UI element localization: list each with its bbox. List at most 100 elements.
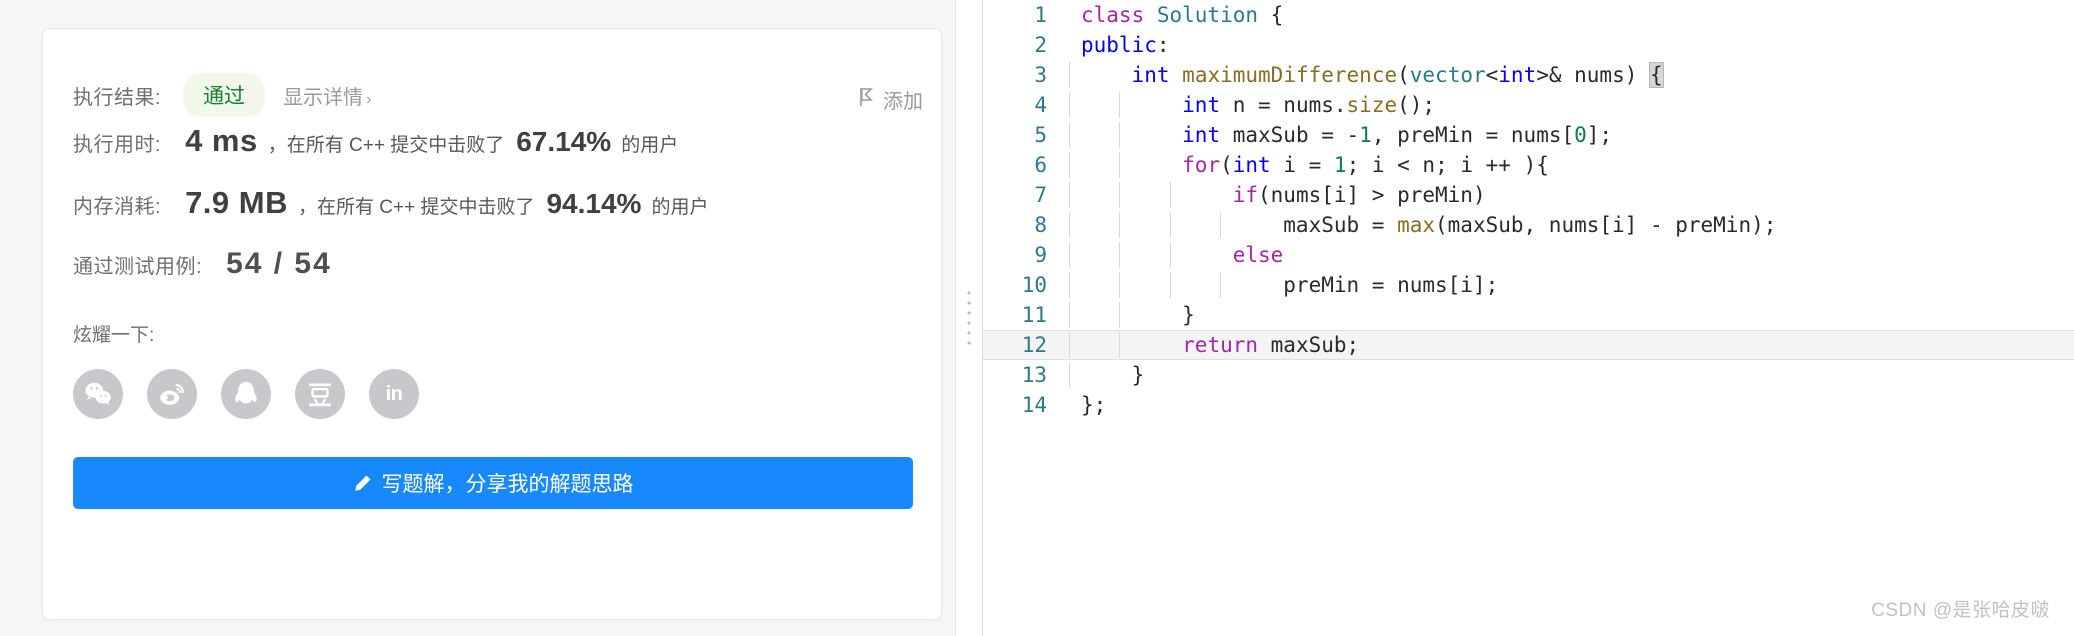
line-number: 7 bbox=[1034, 183, 1047, 207]
pane-splitter[interactable] bbox=[955, 0, 983, 636]
code-line[interactable]: 5 int maxSub = -1, preMin = nums[0]; bbox=[983, 120, 2074, 150]
code-text: preMin = nums[i]; bbox=[1067, 272, 2074, 298]
code-token: (nums[i] > preMin) bbox=[1258, 183, 1486, 207]
write-solution-button[interactable]: 写题解，分享我的解题思路 bbox=[73, 457, 913, 509]
indent-guide bbox=[1169, 272, 1171, 298]
code-line[interactable]: 4 int n = nums.size(); bbox=[983, 90, 2074, 120]
show-detail-link[interactable]: 显示详情 › bbox=[283, 81, 371, 110]
indent-guide bbox=[1069, 182, 1070, 208]
status-badge: 通过 bbox=[183, 73, 266, 117]
indent-guide bbox=[1169, 212, 1171, 238]
code-line[interactable]: 2 public: bbox=[983, 30, 2074, 60]
code-line[interactable]: 3 int maximumDifference(vector<int>& num… bbox=[983, 60, 2074, 90]
indent-guide bbox=[1169, 182, 1171, 208]
code-token: 1 bbox=[1333, 153, 1347, 177]
line-number: 3 bbox=[1034, 63, 1047, 87]
line-number: 2 bbox=[1034, 33, 1047, 57]
code-line[interactable]: 8 maxSub = max(maxSub, nums[i] - preMin)… bbox=[983, 210, 2074, 240]
code-text: return maxSub; bbox=[1067, 332, 2074, 358]
memory-value: 7.9 MB bbox=[185, 185, 288, 220]
line-number: 10 bbox=[1021, 273, 1047, 297]
code-token: max bbox=[1397, 213, 1436, 237]
line-number: 11 bbox=[1021, 303, 1047, 327]
left-result-panel: 执行结果: 通过 显示详情 › 执行用时: 4 ms ，在所有 C++ 提交中击败… bbox=[0, 0, 955, 636]
code-text: else bbox=[1067, 242, 2074, 268]
share-wechat-button[interactable] bbox=[73, 369, 123, 419]
code-token: vector bbox=[1409, 63, 1486, 87]
code-token: i = bbox=[1270, 153, 1334, 177]
code-token: : bbox=[1156, 33, 1170, 57]
testcases-value: 54 / 54 bbox=[226, 247, 332, 280]
code-line[interactable]: 6 for(int i = 1; i < n; i ++ ){ bbox=[983, 150, 2074, 180]
code-line[interactable]: 12 return maxSub; bbox=[983, 330, 2074, 360]
code-editor-panel[interactable]: 1 class Solution {2 public: 3 int maximumDi… bbox=[983, 0, 2074, 636]
code-text: } bbox=[1067, 302, 2074, 328]
code-line[interactable]: 9 else bbox=[983, 240, 2074, 270]
indent-guide bbox=[1119, 332, 1121, 358]
submission-result-page: 执行结果: 通过 显示详情 › 执行用时: 4 ms ，在所有 C++ 提交中击败… bbox=[0, 0, 2074, 636]
indent-guide bbox=[1069, 332, 1070, 358]
share-qq-button[interactable] bbox=[221, 369, 271, 419]
code-line[interactable]: 14}; bbox=[983, 390, 2074, 420]
social-share-buttons: in bbox=[73, 369, 911, 419]
code-token: ( bbox=[1397, 63, 1410, 87]
code-token: } bbox=[1081, 303, 1195, 327]
code-token: maxSub = - bbox=[1220, 123, 1360, 147]
runtime-value: 4 ms bbox=[185, 123, 258, 158]
code-token: else bbox=[1232, 243, 1284, 267]
code-text: } bbox=[1067, 362, 2074, 388]
code-text: int maxSub = -1, preMin = nums[0]; bbox=[1067, 122, 2074, 148]
code-token: preMin = nums[i]; bbox=[1081, 273, 1499, 297]
execution-result-label: 执行结果: bbox=[73, 86, 162, 109]
chevron-right-icon: › bbox=[366, 90, 372, 108]
weibo-icon bbox=[160, 384, 184, 405]
code-token: }; bbox=[1081, 393, 1107, 417]
share-linkedin-button[interactable]: in bbox=[369, 369, 419, 419]
line-number: 12 bbox=[1021, 333, 1047, 357]
show-detail-label: 显示详情 bbox=[283, 86, 364, 109]
execution-result-row: 执行结果: 通过 显示详情 › bbox=[73, 67, 911, 123]
indent-guide bbox=[1069, 242, 1070, 268]
share-douban-button[interactable] bbox=[295, 369, 345, 419]
code-lines: 1 class Solution {2 public: 3 int maximumDi… bbox=[983, 0, 2074, 420]
wechat-icon bbox=[85, 382, 111, 406]
share-weibo-button[interactable] bbox=[147, 369, 197, 419]
line-number: 13 bbox=[1021, 363, 1047, 387]
flag-icon bbox=[859, 87, 875, 113]
memory-label: 内存消耗: bbox=[73, 196, 162, 218]
line-number: 6 bbox=[1034, 153, 1047, 177]
code-line[interactable]: 13 } bbox=[983, 360, 2074, 390]
code-token: maximumDifference bbox=[1182, 63, 1398, 87]
watermark: CSDN @是张哈皮啵 bbox=[1871, 600, 2050, 621]
share-label: 炫耀一下: bbox=[73, 324, 155, 346]
indent-guide bbox=[1119, 182, 1121, 208]
share-row: 炫耀一下: bbox=[73, 309, 911, 357]
indent-guide bbox=[1069, 212, 1070, 238]
code-token: (); bbox=[1397, 93, 1436, 117]
line-number: 4 bbox=[1034, 93, 1047, 117]
write-solution-label: 写题解，分享我的解题思路 bbox=[381, 473, 634, 496]
add-note-button[interactable]: 添加 bbox=[859, 85, 923, 114]
memory-beats-text: ，在所有 C++ 提交中击败了 bbox=[297, 197, 535, 218]
indent-guide bbox=[1069, 92, 1070, 118]
indent-guide bbox=[1220, 212, 1222, 238]
indent-guide bbox=[1119, 152, 1121, 178]
code-line[interactable]: 7 if(nums[i] > preMin) bbox=[983, 180, 2074, 210]
indent-guide bbox=[1119, 272, 1121, 298]
code-line[interactable]: 1 class Solution { bbox=[983, 0, 2074, 30]
code-text: int n = nums.size(); bbox=[1067, 92, 2074, 118]
code-text: }; bbox=[1067, 393, 2074, 417]
code-token: class bbox=[1081, 3, 1157, 27]
indent-guide bbox=[1169, 242, 1171, 268]
code-token: { bbox=[1258, 3, 1284, 27]
code-token: int bbox=[1498, 63, 1537, 87]
code-line[interactable]: 11 } bbox=[983, 300, 2074, 330]
splitter-handle-icon[interactable] bbox=[967, 291, 971, 345]
runtime-beats-text: ，在所有 C++ 提交中击败了 bbox=[267, 135, 505, 156]
testcases-label: 通过测试用例: bbox=[73, 256, 203, 278]
code-line[interactable]: 10 preMin = nums[i]; bbox=[983, 270, 2074, 300]
